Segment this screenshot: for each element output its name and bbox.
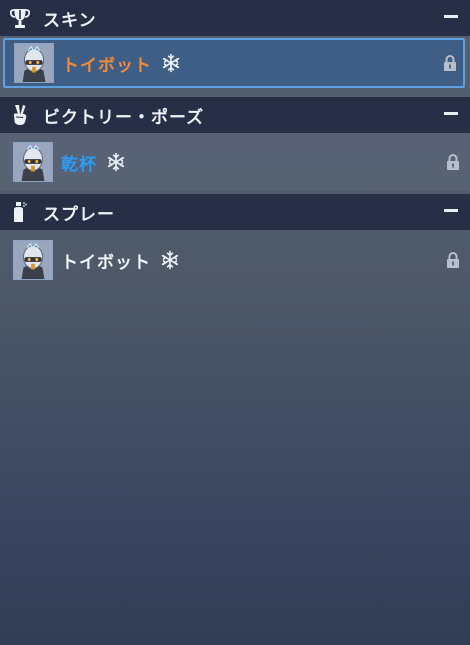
section-header-sprays[interactable]: スプレー [0, 194, 470, 230]
item-avatar [13, 240, 53, 280]
section-title-skins: スキン [43, 10, 97, 31]
section-title-victory-poses: ビクトリー・ポーズ [43, 107, 205, 128]
list-item-spray-toybot[interactable]: トイボット [0, 231, 470, 289]
collapse-icon[interactable] [444, 112, 458, 115]
item-avatar [13, 142, 53, 182]
collapse-icon[interactable] [444, 15, 458, 18]
spray-can-icon [10, 201, 30, 223]
victory-hand-icon [10, 104, 30, 126]
item-avatar [14, 43, 54, 83]
item-name: 乾杯 [61, 154, 97, 175]
section-header-skins[interactable]: スキン [0, 0, 470, 36]
trophy-icon [10, 7, 30, 29]
lock-icon [446, 153, 460, 171]
unlocks-panel: スキン トイボット ビクトリー・ポーズ 乾杯 スプレー トイボット [0, 0, 470, 645]
snowflake-icon [106, 152, 126, 172]
lock-icon [443, 54, 457, 72]
item-name: トイボット [62, 55, 152, 76]
section-title-sprays: スプレー [43, 204, 115, 225]
snowflake-icon [160, 250, 180, 270]
snowflake-icon [161, 53, 181, 73]
lock-icon [446, 251, 460, 269]
item-name: トイボット [61, 252, 151, 273]
section-header-victory-poses[interactable]: ビクトリー・ポーズ [0, 97, 470, 133]
list-item-pose-cheers[interactable]: 乾杯 [0, 133, 470, 191]
list-item-skin-toybot[interactable]: トイボット [3, 38, 465, 88]
collapse-icon[interactable] [444, 209, 458, 212]
